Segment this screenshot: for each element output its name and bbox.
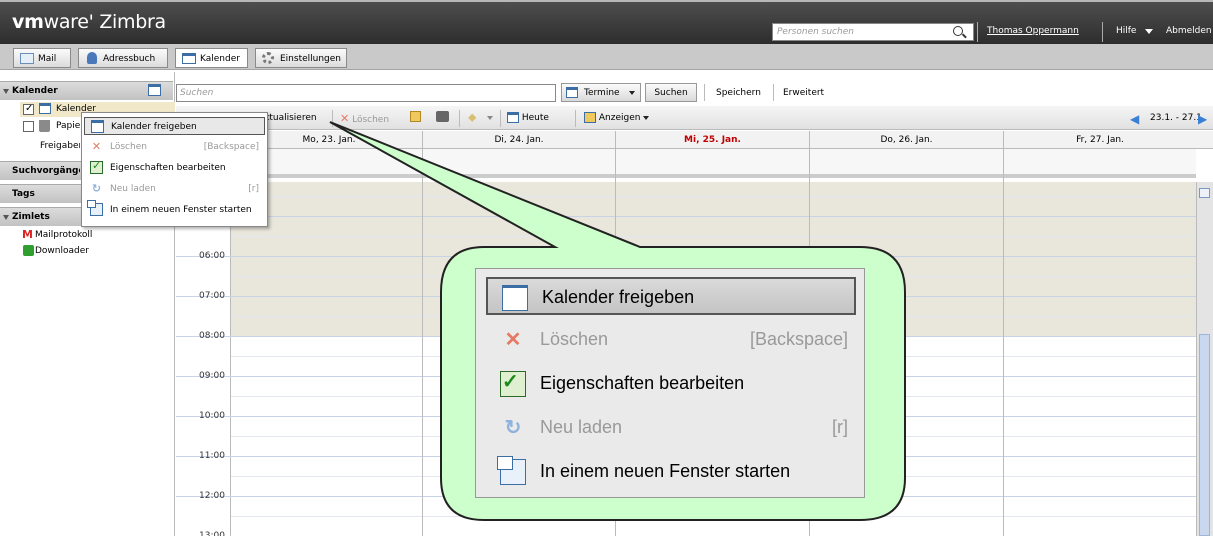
zoomed-item-shortcut: [r] bbox=[832, 417, 848, 437]
menu-item-label: Neu laden bbox=[110, 184, 156, 194]
zoomed-menu-item: ↻ Neu laden [r] bbox=[486, 409, 856, 447]
delete-icon: ✕ bbox=[91, 140, 102, 153]
context-menu: Kalender freigeben ✕ Löschen [Backspace] Eig… bbox=[81, 112, 268, 227]
zoomed-menu-item: Eigenschaften bearbeiten bbox=[486, 365, 856, 403]
context-menu-item[interactable]: Kalender freigeben bbox=[84, 117, 265, 135]
zoomed-menu-item: In einem neuen Fenster starten bbox=[486, 453, 856, 491]
reload-icon: ↻ bbox=[91, 182, 102, 195]
zoomed-item-shortcut: [Backspace] bbox=[749, 329, 848, 349]
zoomed-menu-item: Kalender freigeben bbox=[486, 277, 856, 315]
zoomed-item-label: Löschen bbox=[540, 329, 609, 349]
reload-icon: ↻ bbox=[504, 417, 522, 439]
context-menu-item: ↻ Neu laden [r] bbox=[84, 180, 265, 198]
zimbra-app: vmware' Zimbra Personen suchen Thomas Op… bbox=[0, 0, 1213, 536]
context-menu-item[interactable]: Eigenschaften bearbeiten bbox=[84, 159, 265, 177]
menu-item-shortcut: [Backspace] bbox=[203, 142, 259, 152]
zoomed-context-menu: Kalender freigeben ✕ Löschen [Backspace] Eig… bbox=[475, 268, 865, 498]
edit-properties-icon bbox=[90, 159, 103, 174]
zoomed-item-label: Neu laden bbox=[540, 417, 623, 437]
calendar-share-icon bbox=[91, 120, 104, 133]
zoomed-item-label: Kalender freigeben bbox=[542, 287, 695, 307]
menu-item-label: In einem neuen Fenster starten bbox=[110, 205, 252, 215]
menu-item-label: Löschen bbox=[110, 142, 147, 152]
menu-item-label: Kalender freigeben bbox=[111, 122, 197, 132]
menu-item-label: Eigenschaften bearbeiten bbox=[110, 163, 226, 173]
menu-item-shortcut: [r] bbox=[248, 184, 259, 194]
calendar-share-icon bbox=[502, 285, 528, 311]
zoomed-item-label: In einem neuen Fenster starten bbox=[540, 461, 791, 481]
context-menu-item[interactable]: In einem neuen Fenster starten bbox=[84, 200, 265, 219]
edit-properties-icon bbox=[500, 369, 526, 397]
new-window-icon bbox=[87, 200, 103, 216]
zoomed-item-label: Eigenschaften bearbeiten bbox=[540, 373, 745, 393]
new-window-icon bbox=[497, 456, 526, 485]
zoomed-menu-item: ✕ Löschen [Backspace] bbox=[486, 321, 856, 359]
context-menu-item: ✕ Löschen [Backspace] bbox=[84, 138, 265, 156]
delete-icon: ✕ bbox=[504, 329, 522, 351]
